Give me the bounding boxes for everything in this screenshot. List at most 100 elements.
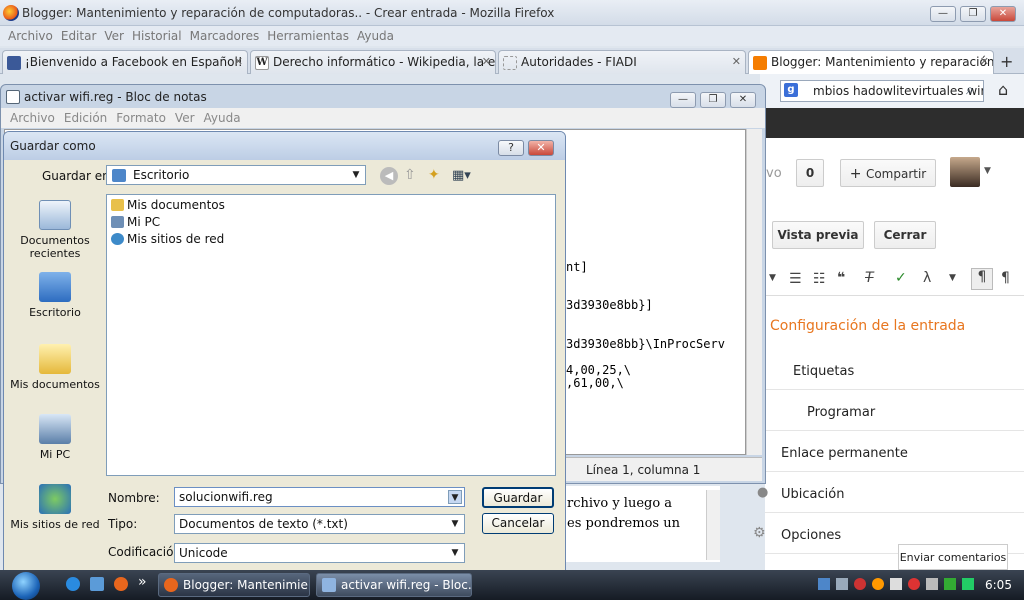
dropdown-icon[interactable]: ▼ bbox=[769, 273, 776, 283]
place-network[interactable]: Mis sitios de red bbox=[7, 484, 103, 531]
file-name-input[interactable]: solucionwifi.reg ▼ bbox=[174, 487, 465, 507]
tab-blogger[interactable]: Blogger: Mantenimiento y reparación... ✕ bbox=[748, 50, 994, 74]
new-tab-button[interactable]: + bbox=[1000, 52, 1013, 71]
encoding-select[interactable]: Unicode ▼ bbox=[174, 543, 465, 563]
notepad-scrollbar[interactable] bbox=[746, 129, 762, 455]
file-type-value: Documentos de texto (*.txt) bbox=[179, 517, 348, 531]
settings-permalink[interactable]: Enlace permanente bbox=[765, 432, 1024, 472]
close-button[interactable]: ✕ bbox=[990, 6, 1016, 22]
notepad-minimize-button[interactable]: — bbox=[670, 92, 696, 108]
close-tab-icon[interactable]: ✕ bbox=[482, 55, 491, 68]
menu-ayuda[interactable]: Ayuda bbox=[357, 26, 394, 46]
tray-app-icon[interactable] bbox=[944, 578, 956, 590]
tray-app-icon[interactable] bbox=[818, 578, 830, 590]
tray-app-icon[interactable] bbox=[890, 578, 902, 590]
tab-facebook[interactable]: ¡Bienvenido a Facebook en Español! ✕ bbox=[2, 50, 248, 74]
menu-marcadores[interactable]: Marcadores bbox=[190, 26, 260, 46]
firefox-launch-icon[interactable] bbox=[114, 577, 128, 591]
show-desktop-icon[interactable] bbox=[90, 577, 104, 591]
file-type-select[interactable]: Documentos de texto (*.txt) ▼ bbox=[174, 514, 465, 534]
menu-ver[interactable]: Ver bbox=[104, 26, 124, 46]
menu-editar[interactable]: Editar bbox=[61, 26, 97, 46]
search-input[interactable]: mbios hadowlitevirtuales wir bbox=[780, 80, 984, 102]
cancel-button[interactable]: Cancelar bbox=[482, 513, 554, 534]
quote-icon[interactable]: ❝ bbox=[837, 270, 845, 286]
internet-explorer-icon[interactable] bbox=[66, 577, 80, 591]
search-icon[interactable]: ⌕ bbox=[966, 82, 974, 98]
tray-app-icon[interactable] bbox=[962, 578, 974, 590]
np-menu-formato[interactable]: Formato bbox=[116, 108, 166, 128]
avatar[interactable] bbox=[950, 157, 980, 187]
tab-label: Autoridades - FIADI bbox=[521, 55, 637, 69]
settings-location[interactable]: ● Ubicación bbox=[757, 473, 1024, 513]
dialog-titlebar: Guardar como ? ✕ bbox=[4, 132, 565, 160]
tray-app-icon[interactable] bbox=[854, 578, 866, 590]
menu-archivo[interactable]: Archivo bbox=[8, 26, 53, 46]
tab-fiadi[interactable]: Autoridades - FIADI ✕ bbox=[498, 50, 746, 74]
maximize-button[interactable]: ❐ bbox=[960, 6, 986, 22]
notepad-maximize-button[interactable]: ❐ bbox=[700, 92, 726, 108]
file-list[interactable]: Mis documentos Mi PC Mis sitios de red bbox=[106, 194, 556, 476]
up-folder-icon[interactable]: ⇧ bbox=[404, 167, 416, 183]
start-button[interactable] bbox=[2, 570, 52, 600]
count-badge: 0 bbox=[796, 159, 824, 187]
settings-labels[interactable]: Etiquetas bbox=[765, 350, 1024, 390]
notepad-close-button[interactable]: ✕ bbox=[730, 92, 756, 108]
google-icon[interactable]: g bbox=[784, 83, 798, 97]
save-button[interactable]: Guardar bbox=[482, 487, 554, 508]
np-menu-ayuda[interactable]: Ayuda bbox=[204, 108, 241, 128]
dialog-close-button[interactable]: ✕ bbox=[528, 140, 554, 156]
place-documents[interactable]: Mis documentos bbox=[7, 344, 103, 391]
list-item[interactable]: Mis sitios de red bbox=[111, 232, 224, 246]
network-tray-icon[interactable] bbox=[836, 578, 848, 590]
preview-button[interactable]: Vista previa bbox=[772, 221, 864, 249]
chevron-down-icon[interactable]: ▼ bbox=[448, 490, 462, 504]
save-in-select[interactable]: Escritorio ▼ bbox=[106, 165, 366, 185]
taskbar-firefox[interactable]: Blogger: Mantenimie... bbox=[158, 573, 310, 597]
close-tab-icon[interactable]: ✕ bbox=[732, 55, 741, 68]
list-item[interactable]: Mi PC bbox=[111, 215, 160, 229]
help-button[interactable]: ? bbox=[498, 140, 524, 156]
back-icon[interactable]: ◀ bbox=[380, 167, 398, 185]
clock[interactable]: 6:05 bbox=[985, 578, 1012, 592]
remove-format-icon[interactable]: T bbox=[865, 270, 874, 286]
spellcheck-icon[interactable]: ✓ bbox=[895, 270, 907, 286]
tray-app-icon[interactable] bbox=[908, 578, 920, 590]
numbered-list-icon[interactable]: ☰ bbox=[789, 271, 802, 287]
network-icon bbox=[39, 484, 71, 514]
minimize-button[interactable]: — bbox=[930, 6, 956, 22]
list-item[interactable]: Mis documentos bbox=[111, 198, 225, 212]
dropdown-icon[interactable]: ▼ bbox=[949, 273, 956, 283]
feedback-tooltip[interactable]: Enviar comentarios bbox=[898, 544, 1008, 570]
recent-documents-icon bbox=[39, 200, 71, 230]
place-desktop[interactable]: Escritorio bbox=[7, 272, 103, 319]
text-line: 4,00,25,\ bbox=[566, 363, 632, 377]
tray-app-icon[interactable] bbox=[872, 578, 884, 590]
more-icon[interactable]: » bbox=[138, 574, 147, 590]
place-computer[interactable]: Mi PC bbox=[7, 414, 103, 461]
chevron-down-icon[interactable]: ▼ bbox=[984, 166, 991, 176]
tab-wikipedia[interactable]: W Derecho informático - Wikipedia, la e.… bbox=[250, 50, 496, 74]
np-menu-edicion[interactable]: Edición bbox=[64, 108, 107, 128]
input-tools-icon[interactable]: λ bbox=[923, 270, 931, 286]
settings-schedule[interactable]: Programar bbox=[765, 391, 1024, 431]
ltr-icon[interactable]: ¶ bbox=[971, 268, 993, 290]
new-folder-icon[interactable]: ✦ bbox=[428, 167, 440, 183]
share-button[interactable]: + Compartir bbox=[840, 159, 936, 187]
taskbar-notepad[interactable]: activar wifi.reg - Bloc... bbox=[316, 573, 472, 597]
close-tab-icon[interactable]: ✕ bbox=[234, 55, 243, 68]
close-post-button[interactable]: Cerrar bbox=[874, 221, 936, 249]
home-icon[interactable]: ⌂ bbox=[998, 80, 1008, 99]
post-body-scrollbar[interactable] bbox=[706, 490, 720, 560]
place-recent[interactable]: Documentos recientes bbox=[7, 200, 103, 260]
post-body-text[interactable]: rchivo y luego a es pondremos un bbox=[565, 486, 720, 562]
np-menu-ver[interactable]: Ver bbox=[175, 108, 195, 128]
rtl-icon[interactable]: ¶ bbox=[1001, 270, 1010, 286]
view-menu-icon[interactable]: ▦▾ bbox=[452, 168, 471, 183]
bullet-list-icon[interactable]: ☷ bbox=[813, 271, 826, 287]
volume-icon[interactable] bbox=[926, 578, 938, 590]
menu-historial[interactable]: Historial bbox=[132, 26, 182, 46]
menu-herramientas[interactable]: Herramientas bbox=[267, 26, 349, 46]
close-tab-icon[interactable]: ✕ bbox=[980, 55, 989, 68]
np-menu-archivo[interactable]: Archivo bbox=[10, 108, 55, 128]
